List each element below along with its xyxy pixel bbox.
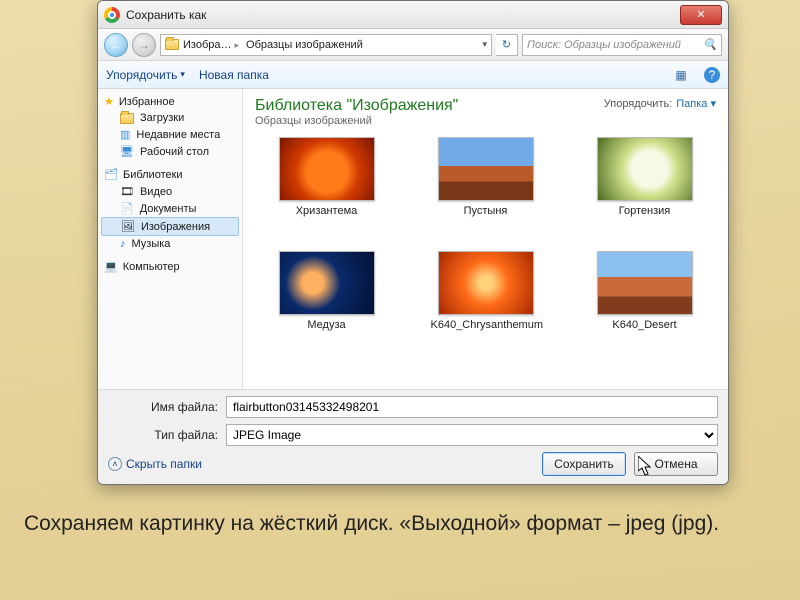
filename-input[interactable] [226,396,718,418]
thumb-image [597,251,693,315]
refresh-icon: ↻ [502,38,511,51]
thumb-image [597,137,693,201]
computer-icon: 💻 [104,260,118,273]
thumb-item[interactable]: K640_Desert [569,251,720,361]
toolbar: Упорядочить ▾ Новая папка ▦ ? [98,61,728,89]
back-button[interactable]: ← [104,33,128,57]
filetype-label: Тип файла: [108,428,218,442]
chevron-down-icon: ▾ [180,69,185,80]
folder-icon [165,39,179,50]
sidebar-item-video[interactable]: 🎞Видео [98,183,242,200]
forward-button[interactable]: → [132,33,156,57]
breadcrumb[interactable]: Изобра… Образцы изображений ▾ [160,34,492,56]
thumb-image [438,251,534,315]
thumb-item[interactable]: Медуза [251,251,402,361]
video-icon: 🎞 [120,185,134,198]
sort-value[interactable]: Папка ▾ [676,97,716,110]
sidebar-computer[interactable]: 💻Компьютер [98,258,242,275]
titlebar[interactable]: Сохранить как ✕ [98,1,728,29]
desktop-icon: 🖥 [120,145,134,158]
doc-icon: 📄 [120,202,134,215]
library-icon: 🗂 [104,168,118,181]
sidebar: ★Избранное Загрузки ▥Недавние места 🖥Раб… [98,89,243,389]
slide-caption: Сохраняем картинку на жёсткий диск. «Вых… [24,510,776,538]
sidebar-item-pictures[interactable]: 🖼Изображения [101,217,239,236]
refresh-button[interactable]: ↻ [496,34,518,56]
close-icon: ✕ [696,8,705,21]
sidebar-libraries[interactable]: 🗂Библиотеки [98,166,242,183]
close-button[interactable]: ✕ [680,5,722,25]
organize-menu[interactable]: Упорядочить ▾ [106,68,185,82]
sidebar-item-downloads[interactable]: Загрузки [98,110,242,126]
thumb-image [279,251,375,315]
folder-icon [120,113,134,124]
sort-control[interactable]: Упорядочить: Папка ▾ [604,97,716,110]
filename-label: Имя файла: [108,400,218,414]
new-folder-button[interactable]: Новая папка [199,68,269,82]
thumb-item[interactable]: Пустыня [410,137,561,247]
breadcrumb-seg-2[interactable]: Образцы изображений [246,39,363,51]
library-title: Библиотека "Изображения" [255,97,458,115]
search-input[interactable]: Поиск: Образцы изображений 🔍 [522,34,722,56]
music-icon: ♪ [120,238,126,250]
views-button[interactable]: ▦ [672,66,690,84]
dialog-footer: Имя файла: Тип файла: JPEG Image ˄Скрыть… [98,389,728,484]
window-title: Сохранить как [126,8,206,22]
breadcrumb-seg-1[interactable]: Изобра… [183,39,242,51]
sidebar-favorites[interactable]: ★Избранное [98,93,242,110]
thumb-item[interactable]: Хризантема [251,137,402,247]
thumb-item[interactable]: Гортензия [569,137,720,247]
thumb-image [279,137,375,201]
sidebar-item-desktop[interactable]: 🖥Рабочий стол [98,143,242,160]
chrome-icon [104,7,120,23]
thumb-item[interactable]: K640_Chrysanthemum [410,251,561,361]
sidebar-item-documents[interactable]: 📄Документы [98,200,242,217]
search-icon: 🔍 [703,38,717,51]
library-subtitle: Образцы изображений [255,115,458,127]
pictures-icon: 🖼 [121,220,135,233]
content-pane: Библиотека "Изображения" Образцы изображ… [243,89,728,389]
help-button[interactable]: ? [704,67,720,83]
save-button[interactable]: Сохранить [542,452,626,476]
chevron-up-icon: ˄ [108,457,122,471]
nav-row: ← → Изобра… Образцы изображений ▾ ↻ Поис… [98,29,728,61]
filetype-select[interactable]: JPEG Image [226,424,718,446]
recent-icon: ▥ [120,128,130,141]
cancel-button[interactable]: Отмена [634,452,718,476]
thumb-image [438,137,534,201]
sidebar-item-music[interactable]: ♪Музыка [98,236,242,252]
chevron-down-icon[interactable]: ▾ [482,39,487,50]
star-icon: ★ [104,95,114,108]
thumbnail-grid: Хризантема Пустыня Гортензия Медуза K640… [243,131,728,389]
sidebar-item-recent[interactable]: ▥Недавние места [98,126,242,143]
hide-folders-toggle[interactable]: ˄Скрыть папки [108,457,202,471]
search-placeholder: Поиск: Образцы изображений [527,39,681,51]
save-as-dialog: Сохранить как ✕ ← → Изобра… Образцы изоб… [97,0,729,485]
